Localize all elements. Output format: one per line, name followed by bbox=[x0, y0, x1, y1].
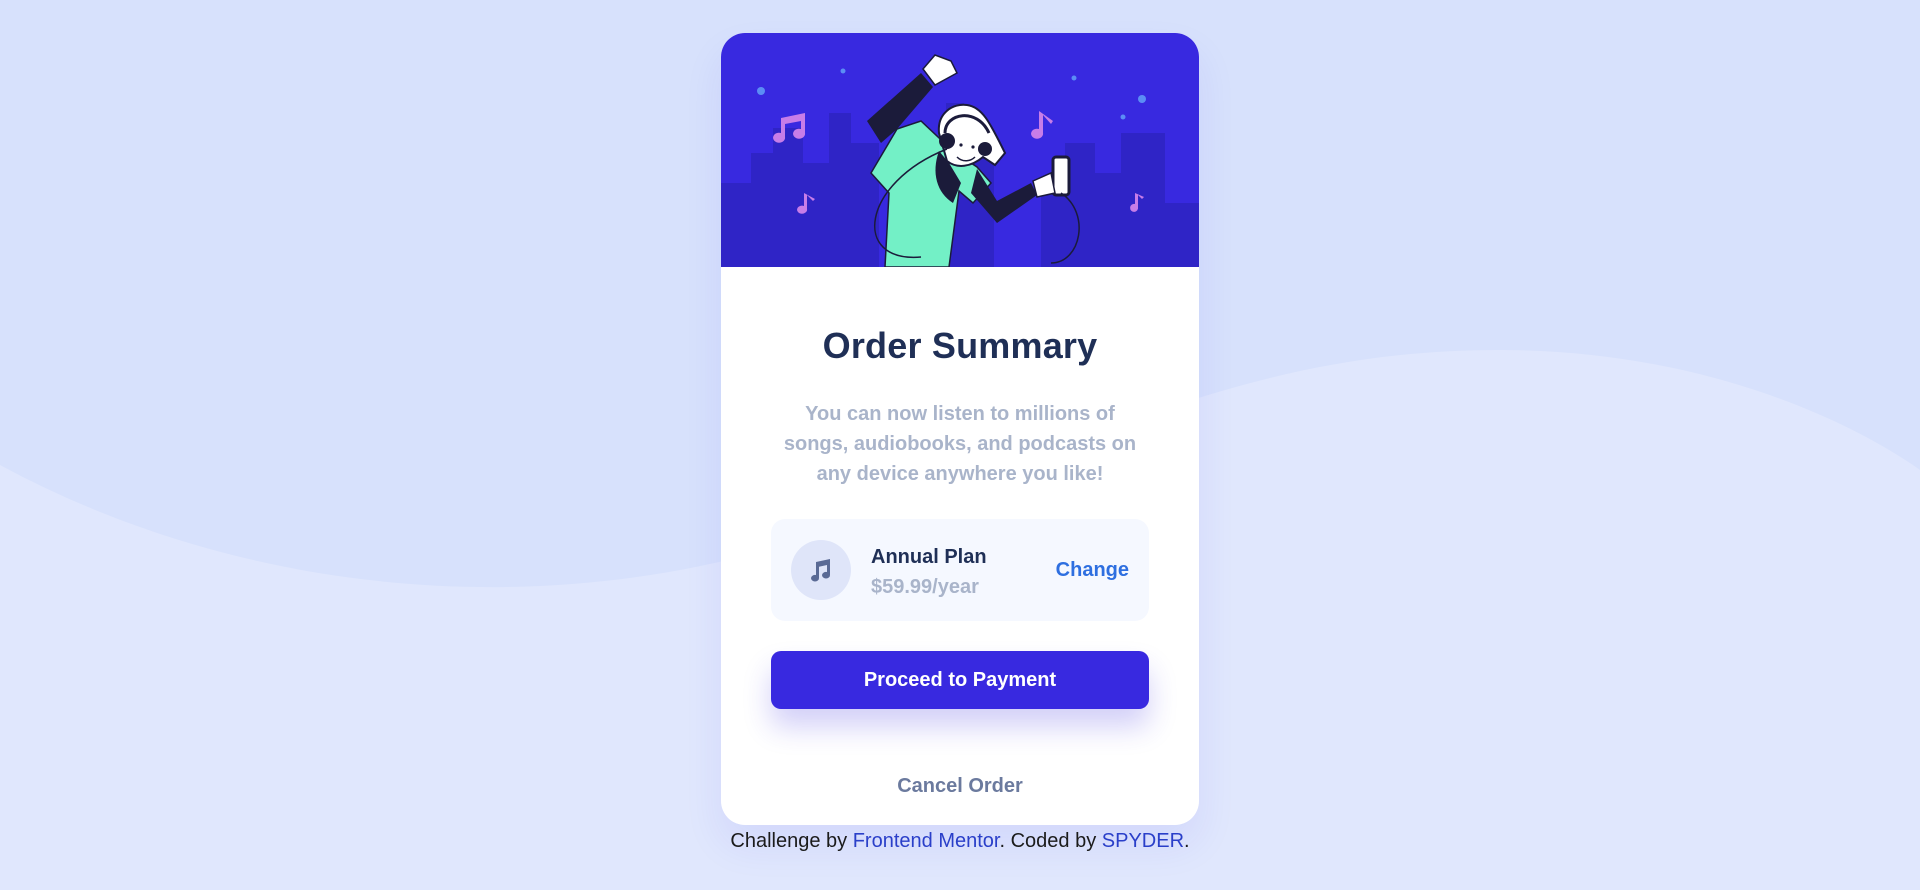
order-description: You can now listen to millions of songs,… bbox=[783, 403, 1137, 485]
plan-price: $59.99/year bbox=[871, 576, 979, 598]
attribution-suffix: . bbox=[1184, 830, 1190, 852]
plan-box: Annual Plan $59.99/year Change bbox=[771, 519, 1149, 621]
plan-name: Annual Plan bbox=[871, 546, 987, 568]
attribution-prefix: Challenge by bbox=[730, 830, 853, 852]
attribution-middle: . Coded by bbox=[999, 830, 1102, 852]
author-link[interactable]: SPYDER bbox=[1102, 830, 1184, 852]
cancel-order-button[interactable]: Cancel Order bbox=[721, 775, 1199, 798]
hero-illustration bbox=[721, 33, 1199, 267]
attribution: Challenge by Frontend Mentor. Coded by S… bbox=[0, 830, 1920, 853]
frontend-mentor-link[interactable]: Frontend Mentor bbox=[853, 830, 1000, 852]
music-note-icon bbox=[791, 540, 851, 600]
proceed-to-payment-button[interactable]: Proceed to Payment bbox=[771, 651, 1149, 709]
order-summary-card: Order Summary You can now listen to mill… bbox=[721, 33, 1199, 825]
change-plan-link[interactable]: Change bbox=[1056, 559, 1129, 582]
page-title: Order Summary bbox=[822, 325, 1098, 366]
